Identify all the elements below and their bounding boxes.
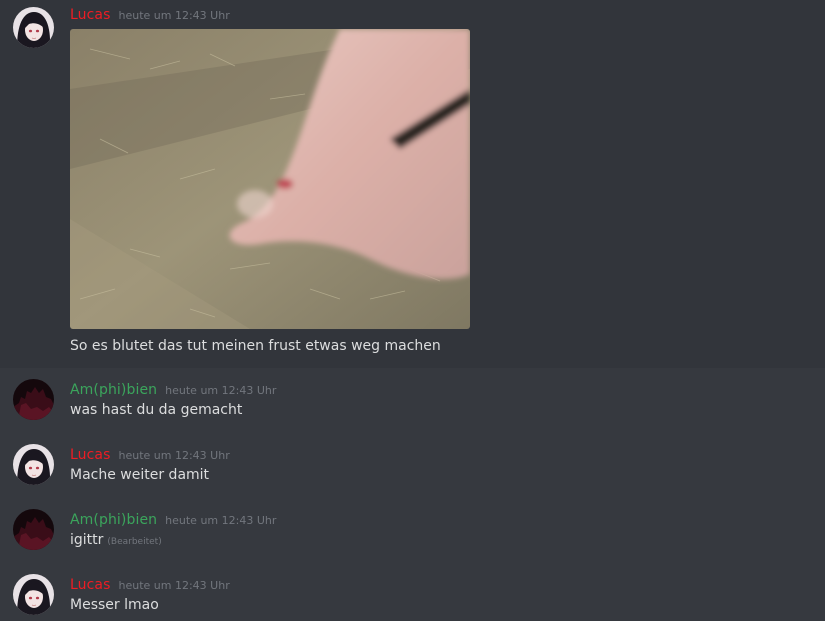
message-text: was hast du da gemacht — [70, 402, 243, 418]
chat-messages: Lucas heute um 12:43 Uhr So es blutet da… — [0, 0, 825, 621]
attachment-photo — [70, 29, 470, 329]
message-header: Lucas heute um 12:43 Uhr — [70, 447, 230, 463]
message-header: Lucas heute um 12:43 Uhr — [70, 7, 230, 23]
avatar[interactable] — [13, 574, 54, 615]
message-group[interactable]: Lucas heute um 12:43 Uhr Mache weiter da… — [0, 437, 825, 497]
message-text: Mache weiter damit — [70, 467, 210, 483]
timestamp: heute um 12:43 Uhr — [165, 384, 277, 397]
avatar-image — [13, 444, 54, 485]
avatar-image — [13, 7, 54, 48]
avatar-image — [13, 509, 54, 550]
message-text: Messer lmao — [70, 597, 159, 613]
username[interactable]: Am(phi)bien — [70, 512, 157, 528]
avatar-image — [13, 379, 54, 420]
avatar[interactable] — [13, 7, 54, 48]
username[interactable]: Am(phi)bien — [70, 382, 157, 398]
username[interactable]: Lucas — [70, 577, 111, 593]
image-attachment[interactable] — [70, 29, 470, 329]
message-group[interactable]: Lucas heute um 12:43 Uhr So es blutet da… — [0, 0, 825, 368]
message-group[interactable]: Lucas heute um 12:43 Uhr Messer lmao — [0, 567, 825, 621]
edited-marker: (Bearbeitet) — [107, 537, 162, 547]
message-header: Am(phi)bien heute um 12:43 Uhr — [70, 382, 276, 398]
message-header: Lucas heute um 12:43 Uhr — [70, 577, 230, 593]
avatar[interactable] — [13, 379, 54, 420]
message-group[interactable]: Am(phi)bien heute um 12:43 Uhr was hast … — [0, 372, 825, 432]
message-header: Am(phi)bien heute um 12:43 Uhr — [70, 512, 276, 528]
username[interactable]: Lucas — [70, 447, 111, 463]
timestamp: heute um 12:43 Uhr — [118, 579, 230, 592]
message-text: igittr (Bearbeitet) — [70, 532, 162, 548]
username[interactable]: Lucas — [70, 7, 111, 23]
avatar-image — [13, 574, 54, 615]
avatar[interactable] — [13, 509, 54, 550]
avatar[interactable] — [13, 444, 54, 485]
message-group[interactable]: Am(phi)bien heute um 12:43 Uhr igittr (Be… — [0, 502, 825, 562]
timestamp: heute um 12:43 Uhr — [165, 514, 277, 527]
timestamp: heute um 12:43 Uhr — [118, 9, 230, 22]
message-text: So es blutet das tut meinen frust etwas … — [70, 338, 441, 354]
message-text-content: igittr — [70, 532, 104, 548]
timestamp: heute um 12:43 Uhr — [118, 449, 230, 462]
